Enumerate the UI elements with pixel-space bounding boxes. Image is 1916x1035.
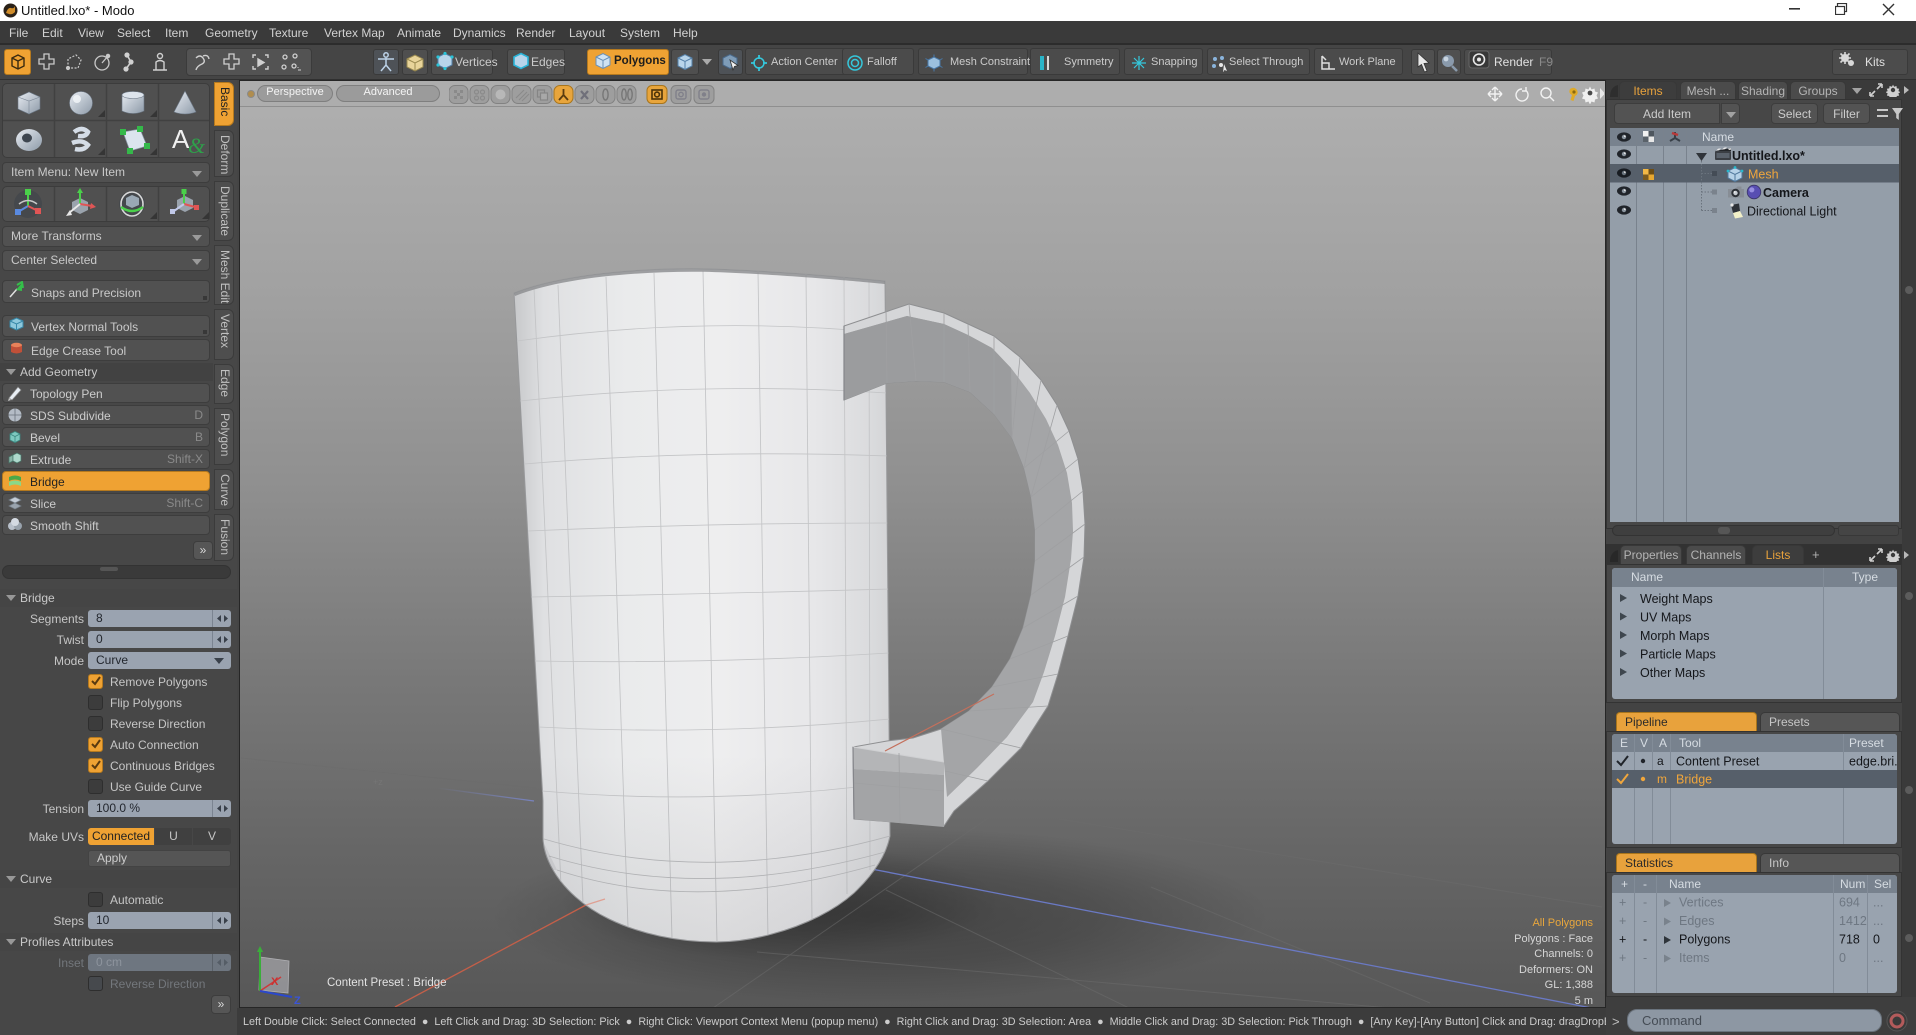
svg-text:+: + [1619,951,1626,965]
svg-text:...: ... [1873,914,1883,928]
svg-text:Polygons: Polygons [1679,933,1730,947]
svg-text:-: - [1643,896,1647,910]
svg-text:0: 0 [1873,933,1880,947]
svg-text:Untitled.lxo*: Untitled.lxo* [1732,149,1805,163]
svg-text:718: 718 [1839,933,1860,947]
svg-text:694: 694 [1839,896,1860,910]
svg-text:Bridge: Bridge [1676,773,1712,787]
svg-text:Directional Light: Directional Light [1747,205,1837,219]
svg-text:1412: 1412 [1839,914,1867,928]
svg-text:Particle Maps: Particle Maps [1640,648,1716,662]
svg-text:-: - [1643,951,1647,965]
svg-text:Mesh: Mesh [1748,168,1779,182]
svg-text:+: + [1619,914,1626,928]
svg-text:Edges: Edges [1679,914,1714,928]
svg-text:...: ... [1873,951,1883,965]
svg-text:X: X [271,976,279,988]
svg-text:-: - [1643,933,1647,947]
svg-text:edge.bri...: edge.bri... [1849,755,1897,769]
svg-text:Weight Maps: Weight Maps [1640,592,1713,606]
svg-text:Content Preset: Content Preset [1676,755,1760,769]
svg-text:Vertices: Vertices [1679,896,1723,910]
svg-text:&: & [188,133,206,158]
svg-text:+: + [1619,933,1626,947]
svg-text:+z: +z [373,777,383,787]
svg-text:+x: +x [1184,704,1194,714]
svg-text:Camera: Camera [1763,186,1810,200]
svg-text:-: - [1643,914,1647,928]
svg-text:Items: Items [1679,951,1710,965]
svg-text:...: ... [1873,896,1883,910]
svg-text:Other Maps: Other Maps [1640,666,1705,680]
svg-text:a: a [1657,754,1664,768]
svg-text:0: 0 [1839,951,1846,965]
svg-text:Z: Z [294,995,301,1007]
svg-text:+: + [1619,896,1626,910]
svg-text:m: m [1657,772,1667,786]
svg-text:UV Maps: UV Maps [1640,611,1691,625]
svg-text:Morph Maps: Morph Maps [1640,629,1709,643]
